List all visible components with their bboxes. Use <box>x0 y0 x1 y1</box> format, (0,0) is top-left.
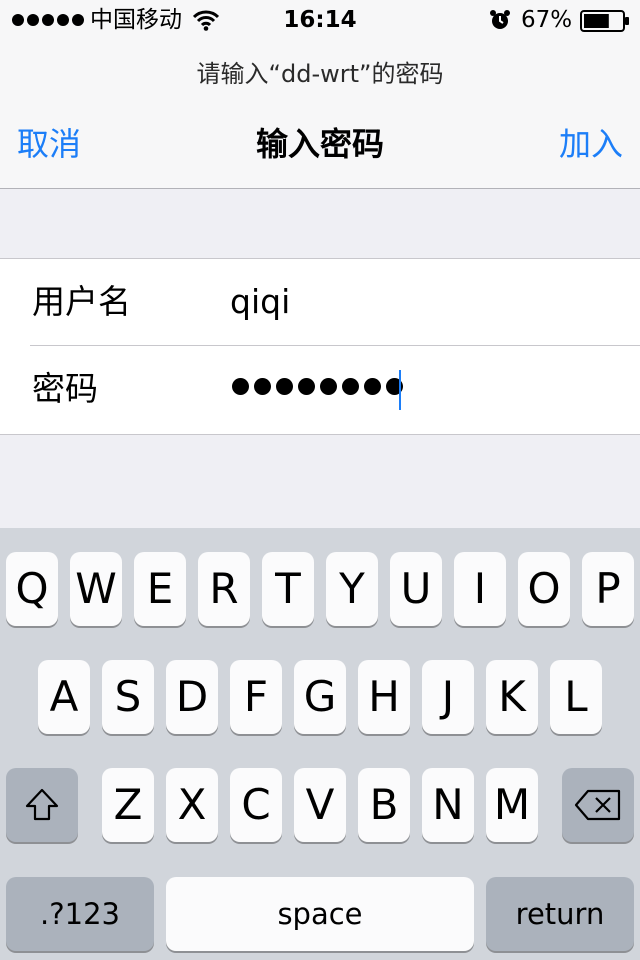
keyboard: .?123 space return QWERTYUIOP ASDFGHJKL ZX… <box>0 528 640 960</box>
key-y[interactable]: Y <box>326 552 378 626</box>
battery-icon <box>580 10 629 32</box>
text-caret <box>399 370 401 410</box>
key-m[interactable]: M <box>486 768 538 842</box>
status-bar: 中国移动 16:14 67% <box>0 0 640 40</box>
key-i[interactable]: I <box>454 552 506 626</box>
return-key[interactable]: return <box>486 877 634 951</box>
key-k[interactable]: K <box>486 660 538 734</box>
key-p[interactable]: P <box>582 552 634 626</box>
key-e[interactable]: E <box>134 552 186 626</box>
key-t[interactable]: T <box>262 552 314 626</box>
key-u[interactable]: U <box>390 552 442 626</box>
password-prompt: 请输入“dd-wrt”的密码 <box>196 60 444 88</box>
key-x[interactable]: X <box>166 768 218 842</box>
username-field[interactable]: qiqi <box>230 281 290 323</box>
page-title: 输入密码 <box>255 125 384 163</box>
key-j[interactable]: J <box>422 660 474 734</box>
password-dot <box>254 378 271 395</box>
key-z[interactable]: Z <box>102 768 154 842</box>
password-dot <box>364 378 381 395</box>
password-dot <box>298 378 315 395</box>
password-dot <box>232 378 249 395</box>
header: 中国移动 16:14 67% 请输入“dd-wrt”的密码 取消 输入密码 加入 <box>0 0 640 189</box>
password-row[interactable]: 密码 <box>0 346 640 433</box>
credentials-form: 用户名 qiqi 密码 <box>0 258 640 435</box>
key-b[interactable]: B <box>358 768 410 842</box>
key-a[interactable]: A <box>38 660 90 734</box>
password-dot <box>320 378 337 395</box>
battery-percent: 67% <box>521 7 573 33</box>
password-label: 密码 <box>32 369 98 408</box>
key-d[interactable]: D <box>166 660 218 734</box>
battery-fill <box>584 14 609 28</box>
key-s[interactable]: S <box>102 660 154 734</box>
key-f[interactable]: F <box>230 660 282 734</box>
key-g[interactable]: G <box>294 660 346 734</box>
shift-key[interactable] <box>6 768 78 842</box>
password-dot <box>342 378 359 395</box>
key-o[interactable]: O <box>518 552 570 626</box>
key-r[interactable]: R <box>198 552 250 626</box>
key-n[interactable]: N <box>422 768 474 842</box>
wifi-password-screen: 中国移动 16:14 67% 请输入“dd-wrt”的密码 取消 输入密码 加入… <box>0 0 640 960</box>
delete-icon <box>574 789 621 821</box>
key-h[interactable]: H <box>358 660 410 734</box>
key-l[interactable]: L <box>550 660 602 734</box>
username-label: 用户名 <box>32 282 131 321</box>
space-key[interactable]: space <box>166 877 474 951</box>
join-button[interactable]: 加入 <box>559 124 623 164</box>
delete-key[interactable] <box>562 768 634 842</box>
key-q[interactable]: Q <box>6 552 58 626</box>
alarm-icon <box>490 10 510 29</box>
shift-icon <box>25 788 59 821</box>
key-v[interactable]: V <box>294 768 346 842</box>
numbers-key[interactable]: .?123 <box>6 877 154 951</box>
key-c[interactable]: C <box>230 768 282 842</box>
password-dot <box>276 378 293 395</box>
password-field[interactable] <box>232 378 403 395</box>
username-row[interactable]: 用户名 qiqi <box>0 259 640 346</box>
key-w[interactable]: W <box>70 552 122 626</box>
